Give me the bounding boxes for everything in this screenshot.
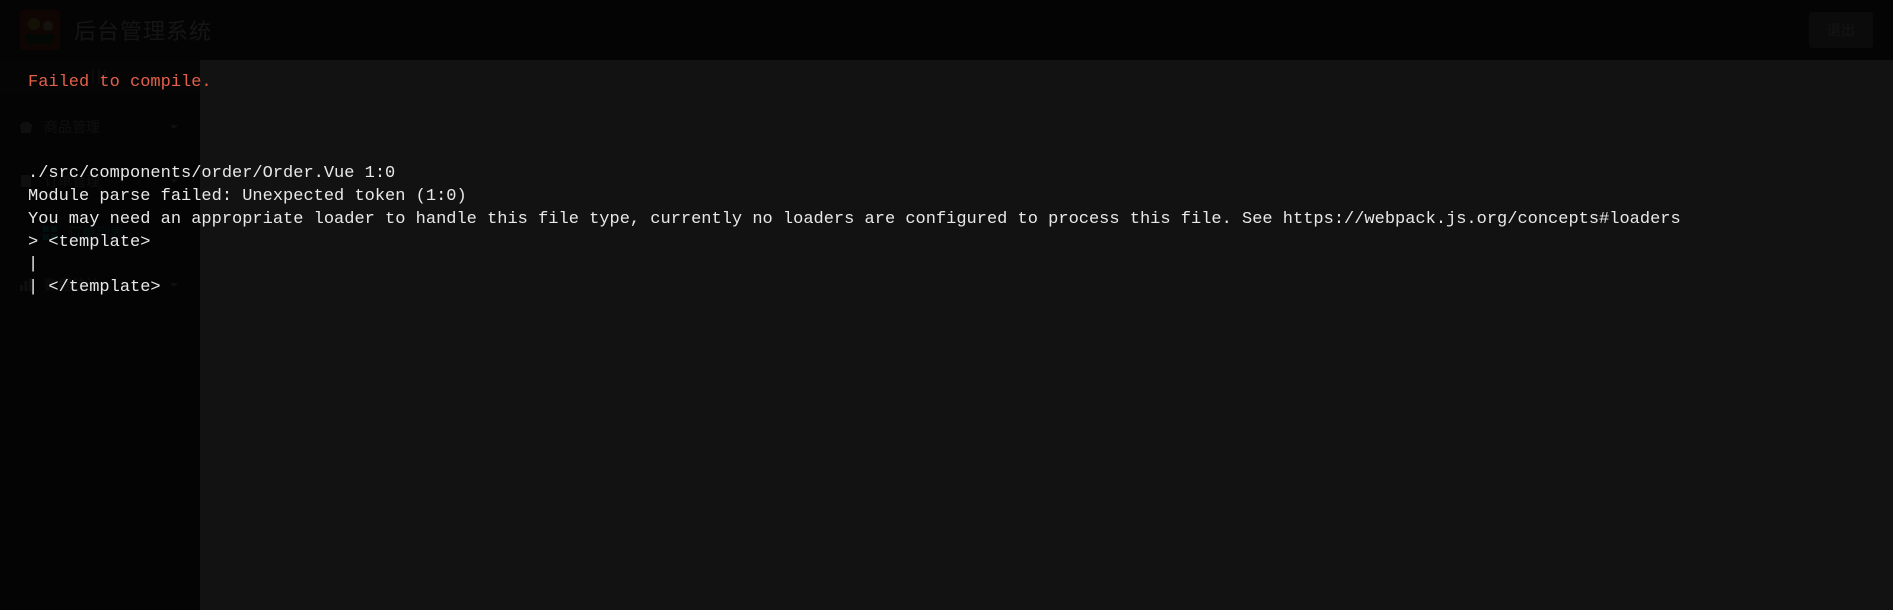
error-body: ./src/components/order/Order.Vue 1:0 Mod… (28, 163, 1865, 301)
error-title: Failed to compile. (28, 72, 1865, 95)
compile-error-overlay: Failed to compile. ./src/components/orde… (0, 0, 1893, 610)
app-root: 后台管理系统 退出 ||| 商品管理 (0, 0, 1893, 610)
